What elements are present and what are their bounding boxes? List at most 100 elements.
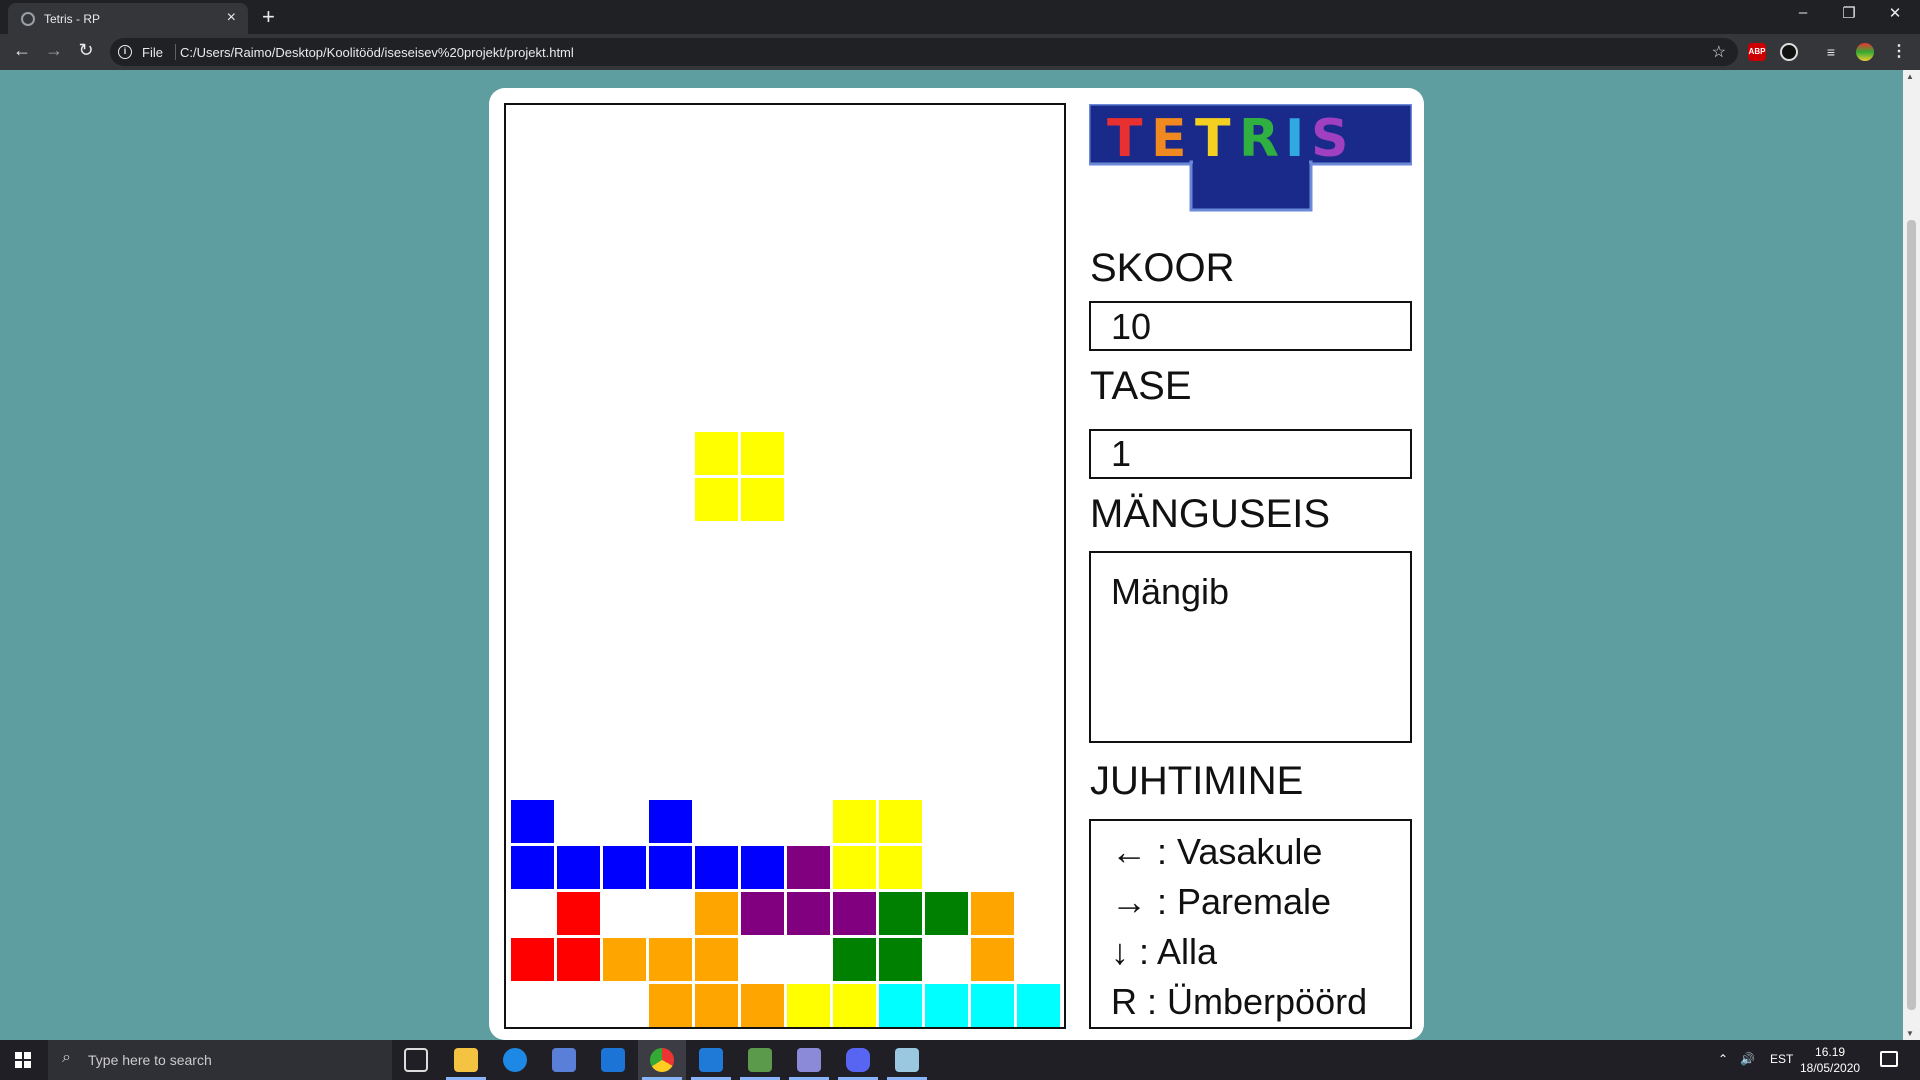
stacked-block [649, 846, 692, 889]
stacked-block [833, 938, 876, 981]
stacked-block [925, 892, 968, 935]
stacked-block [695, 892, 738, 935]
close-window-button[interactable]: ✕ [1872, 4, 1918, 22]
scroll-down-arrow-icon[interactable]: ▼ [1906, 1029, 1914, 1038]
notifications-icon[interactable] [1880, 1051, 1898, 1067]
active-piece-block [695, 478, 738, 521]
task-view-icon[interactable] [404, 1048, 428, 1072]
stacked-block [833, 846, 876, 889]
stacked-block [603, 846, 646, 889]
stacked-block [971, 984, 1014, 1027]
level-value: 1 [1089, 429, 1412, 479]
stacked-block [741, 984, 784, 1027]
windows-taskbar: ⌕ Type here to search ⌃ 🔊 EST 16.19 18/0… [0, 1040, 1920, 1080]
svg-text:R: R [1239, 109, 1279, 169]
control-down: ↓ : Alla [1111, 931, 1218, 972]
volume-icon[interactable]: 🔊 [1740, 1052, 1755, 1066]
stacked-block [695, 846, 738, 889]
file-explorer-icon[interactable] [454, 1048, 478, 1072]
tab-close-button[interactable]: × [227, 9, 236, 27]
restore-button[interactable]: ❐ [1826, 4, 1872, 22]
svg-text:T: T [1195, 109, 1231, 169]
stacked-block [833, 800, 876, 843]
reload-button[interactable]: ↻ [74, 40, 98, 61]
browser-menu-icon[interactable]: ⋮ [1890, 43, 1908, 61]
extension-icon[interactable] [1780, 43, 1798, 61]
new-tab-button[interactable]: + [262, 4, 275, 30]
svg-text:I: I [1285, 109, 1304, 169]
search-placeholder: Type here to search [88, 1052, 212, 1068]
active-piece-block [695, 432, 738, 475]
stacked-block [511, 938, 554, 981]
address-separator [175, 44, 176, 60]
forward-button[interactable]: → [42, 40, 66, 61]
search-icon: ⌕ [62, 1049, 71, 1066]
svg-text:E: E [1151, 109, 1187, 169]
app-icon-3[interactable] [895, 1048, 919, 1072]
page-scrollbar[interactable]: ▲ ▼ [1903, 70, 1920, 1040]
tetris-logo: T E T R I S [1089, 104, 1412, 212]
minimize-button[interactable]: – [1780, 4, 1826, 21]
language-indicator[interactable]: EST [1770, 1052, 1793, 1066]
profile-avatar[interactable] [1856, 43, 1874, 61]
windows-start-icon[interactable] [15, 1052, 31, 1068]
stacked-block [879, 984, 922, 1027]
stacked-block [649, 800, 692, 843]
scrollbar-thumb[interactable] [1907, 220, 1916, 1010]
stacked-block [787, 892, 830, 935]
bookmark-star-icon[interactable]: ☆ [1712, 42, 1726, 62]
stacked-block [1017, 984, 1060, 1027]
browser-tab[interactable]: Tetris - RP × [8, 3, 248, 34]
mail-icon[interactable] [601, 1048, 625, 1072]
scroll-up-arrow-icon[interactable]: ▲ [1906, 72, 1914, 81]
app-icon-1[interactable] [748, 1048, 772, 1072]
stacked-block [787, 984, 830, 1027]
stacked-block [879, 800, 922, 843]
taskbar-clock[interactable]: 16.19 18/05/2020 [1800, 1044, 1860, 1076]
back-button[interactable]: ← [10, 40, 34, 61]
stacked-block [833, 984, 876, 1027]
file-scheme-label: File [142, 45, 163, 60]
tray-chevron-icon[interactable]: ⌃ [1718, 1052, 1728, 1066]
taskbar-search-box[interactable]: ⌕ Type here to search [48, 1040, 392, 1080]
score-value: 10 [1089, 301, 1412, 351]
media-control-icon[interactable]: ≡ [1822, 43, 1840, 61]
controls-label: JUHTIMINE [1090, 759, 1304, 803]
active-piece-block [741, 478, 784, 521]
svg-text:S: S [1311, 109, 1348, 169]
chrome-icon[interactable] [650, 1048, 674, 1072]
stacked-block [879, 846, 922, 889]
stacked-block [603, 938, 646, 981]
address-bar[interactable]: i File C:/Users/Raimo/Desktop/Koolitööd/… [110, 38, 1738, 66]
game-state-value: Mängib [1089, 551, 1412, 743]
info-icon[interactable]: i [118, 45, 132, 59]
stacked-block [557, 892, 600, 935]
control-right: → : Paremale [1111, 881, 1332, 922]
stacked-block [741, 846, 784, 889]
browser-tab-strip: Tetris - RP × + – ❐ ✕ [0, 0, 1920, 34]
discord-icon[interactable] [846, 1048, 870, 1072]
score-label: SKOOR [1090, 246, 1235, 290]
control-left: ← : Vasakule [1111, 831, 1323, 872]
stacked-block [879, 892, 922, 935]
stacked-block [879, 938, 922, 981]
edge-browser-icon[interactable] [503, 1048, 527, 1072]
stacked-block [971, 938, 1014, 981]
stacked-block [557, 938, 600, 981]
app-icon-2[interactable] [797, 1048, 821, 1072]
microsoft-store-icon[interactable] [552, 1048, 576, 1072]
control-rotate: R : Ümberpöörd [1111, 981, 1368, 1022]
stacked-block [695, 984, 738, 1027]
active-piece-block [741, 432, 784, 475]
tetris-board[interactable] [504, 103, 1066, 1029]
stacked-block [511, 800, 554, 843]
adblock-extension-icon[interactable]: ABP [1748, 43, 1766, 61]
svg-text:T: T [1107, 109, 1143, 169]
vscode-icon[interactable] [699, 1048, 723, 1072]
stacked-block [971, 892, 1014, 935]
globe-icon [21, 12, 35, 26]
url-text[interactable]: C:/Users/Raimo/Desktop/Koolitööd/iseseis… [180, 45, 574, 60]
level-label: TASE [1090, 364, 1192, 408]
browser-toolbar: ← → ↻ i File C:/Users/Raimo/Desktop/Kool… [0, 34, 1920, 70]
stacked-block [741, 892, 784, 935]
